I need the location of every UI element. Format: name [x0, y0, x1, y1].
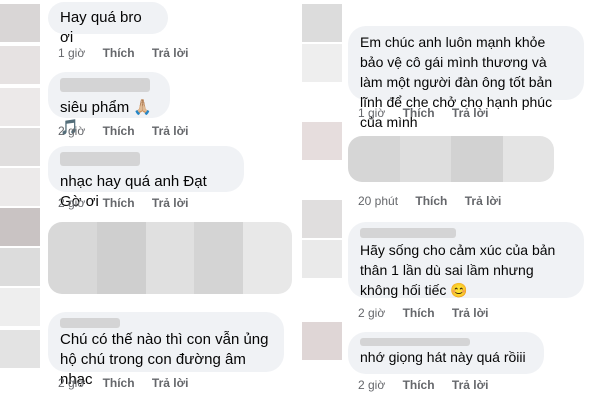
author-name-redacted[interactable] — [60, 318, 120, 328]
comment-meta: 2 giờ Thích Trả lời — [358, 378, 502, 392]
avatar[interactable] — [0, 46, 40, 84]
comment-time[interactable]: 1 giờ — [58, 46, 85, 60]
comment-time[interactable]: 2 giờ — [358, 378, 385, 392]
comment-bubble: Hãy sống cho cảm xúc của bản thân 1 lần … — [348, 222, 584, 298]
avatar[interactable] — [302, 4, 342, 42]
like-button[interactable]: Thích — [403, 306, 435, 320]
author-name-redacted[interactable] — [60, 78, 150, 92]
comment-time[interactable]: 2 giờ — [58, 196, 85, 210]
avatar[interactable] — [302, 200, 342, 238]
reply-button[interactable]: Trả lời — [152, 196, 189, 210]
like-button[interactable]: Thích — [103, 124, 135, 138]
comment-text: Hãy sống cho cảm xúc của bản thân 1 lần … — [360, 242, 556, 298]
like-button[interactable]: Thích — [415, 194, 447, 208]
redacted-content — [48, 222, 292, 294]
comment-text: Hay quá bro ơi — [60, 9, 142, 46]
reply-button[interactable]: Trả lời — [152, 376, 189, 390]
like-button[interactable]: Thích — [103, 196, 135, 210]
redacted-content — [348, 136, 554, 182]
reply-button[interactable]: Trả lời — [452, 106, 489, 120]
reply-button[interactable]: Trả lời — [452, 378, 489, 392]
reply-button[interactable]: Trả lời — [152, 46, 189, 60]
right-comment-column: Em chúc anh luôn mạnh khỏe bảo vệ cô gái… — [300, 0, 600, 400]
avatar[interactable] — [302, 322, 342, 360]
like-button[interactable]: Thích — [103, 376, 135, 390]
comment-time[interactable]: 2 giờ — [58, 376, 85, 390]
comment-bubble: Chú có thế nào thì con vẫn ủng hộ chú tr… — [48, 312, 284, 388]
author-name-redacted[interactable] — [360, 338, 470, 346]
avatar[interactable] — [0, 4, 40, 42]
comment-meta: 2 giờ Thích Trả lời — [58, 376, 202, 390]
avatar[interactable] — [0, 208, 40, 246]
comment-bubble: Hay quá bro ơi — [48, 2, 168, 46]
avatar[interactable] — [0, 168, 40, 206]
comment-time[interactable]: 20 phút — [358, 194, 398, 208]
comment-meta: 2 giờ Thích Trả lời — [58, 196, 202, 210]
avatar[interactable] — [0, 88, 40, 126]
like-button[interactable]: Thích — [103, 46, 135, 60]
author-name-redacted[interactable] — [60, 152, 140, 166]
avatar[interactable] — [0, 248, 40, 286]
avatar[interactable] — [0, 330, 40, 368]
comment-meta: 2 giờ Thích Trả lời — [358, 306, 502, 320]
left-comment-column: Hay quá bro ơi 1 giờ Thích Trả lời siêu … — [0, 0, 300, 400]
comment-meta: 1 giờ Thích Trả lời — [58, 46, 202, 60]
avatar[interactable] — [302, 122, 342, 160]
comment-bubble-redacted — [348, 136, 554, 182]
comment-time[interactable]: 1 giờ — [358, 106, 385, 120]
comment-bubble-redacted — [48, 222, 292, 294]
reply-button[interactable]: Trả lời — [152, 124, 189, 138]
avatar[interactable] — [0, 128, 40, 166]
comment-bubble: Em chúc anh luôn mạnh khỏe bảo vệ cô gái… — [348, 26, 584, 130]
comment-bubble: nhớ giọng hát này quá rồiii — [348, 332, 544, 374]
comment-text: nhớ giọng hát này quá rồiii — [360, 349, 526, 365]
like-button[interactable]: Thích — [403, 378, 435, 392]
comment-bubble: nhạc hay quá anh Đạt Gờ ơi — [48, 146, 244, 210]
comment-meta: 2 giờ Thích Trả lời — [58, 124, 202, 138]
reply-button[interactable]: Trả lời — [452, 306, 489, 320]
author-name-redacted[interactable] — [360, 228, 456, 238]
comment-time[interactable]: 2 giờ — [58, 124, 85, 138]
reply-button[interactable]: Trả lời — [465, 194, 502, 208]
comment-time[interactable]: 2 giờ — [358, 306, 385, 320]
avatar[interactable] — [0, 288, 40, 326]
comment-bubble: siêu phẩm 🙏🏼🎵 — [48, 72, 170, 136]
avatar[interactable] — [302, 44, 342, 82]
comment-meta: 1 giờ Thích Trả lời — [358, 106, 502, 120]
avatar[interactable] — [302, 240, 342, 278]
like-button[interactable]: Thích — [403, 106, 435, 120]
comment-meta: 20 phút Thích Trả lời — [358, 194, 515, 208]
